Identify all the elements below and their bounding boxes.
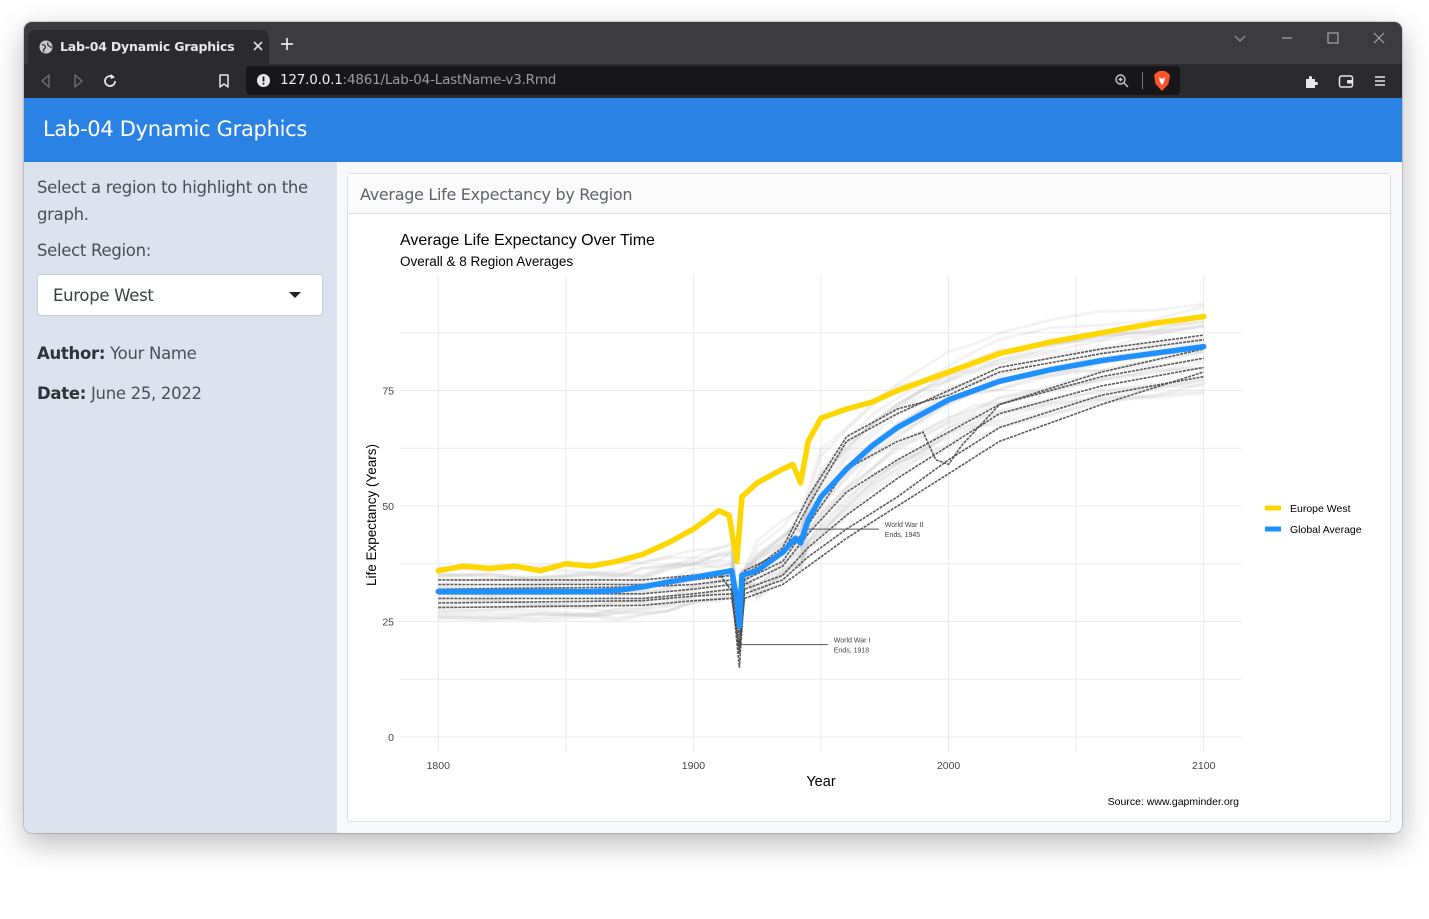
sidebar: Select a region to highlight on the grap… (24, 162, 337, 833)
reload-icon[interactable] (101, 72, 119, 90)
author-line: Author: Your Name (37, 344, 197, 363)
legend-label: Europe West (1290, 503, 1351, 515)
date-line: Date: June 25, 2022 (37, 384, 202, 403)
forward-icon[interactable] (69, 72, 87, 90)
author-label: Author: (37, 344, 106, 363)
region-select[interactable]: Europe West (37, 274, 323, 316)
new-tab-icon[interactable] (278, 35, 296, 53)
maximize-icon[interactable] (1323, 28, 1343, 48)
chart-legend: Europe West Global Average (1265, 503, 1362, 536)
address-bar[interactable]: 127.0.0.1:4861/Lab-04-LastName-v3.Rmd (246, 66, 1180, 95)
url-host: 127.0.0.1 (280, 72, 343, 88)
menu-icon[interactable] (1371, 72, 1389, 90)
annotation-text: Ends, 1918 (834, 648, 870, 655)
minimize-icon[interactable] (1277, 28, 1297, 48)
close-window-icon[interactable] (1369, 28, 1389, 48)
card-title: Average Life Expectancy by Region (360, 185, 633, 204)
browser-tab[interactable]: Lab-04 Dynamic Graphics (28, 30, 269, 64)
navigation-bar: 127.0.0.1:4861/Lab-04-LastName-v3.Rmd (24, 64, 1402, 98)
region-select-value: Europe West (53, 286, 154, 305)
tab-title: Lab-04 Dynamic Graphics (60, 39, 235, 54)
card-header: Average Life Expectancy by Region (348, 174, 1390, 214)
date-value: June 25, 2022 (90, 384, 202, 403)
globe-icon (39, 40, 53, 54)
url-text[interactable]: 127.0.0.1:4861/Lab-04-LastName-v3.Rmd (280, 72, 556, 88)
site-info-icon[interactable] (256, 73, 271, 88)
tab-strip: Lab-04 Dynamic Graphics (24, 22, 1402, 64)
extensions-puzzle-icon[interactable] (1303, 72, 1321, 90)
x-axis-ticks: 1800 1900 2000 2100 (427, 760, 1216, 772)
author-value: Your Name (110, 344, 197, 363)
y-tick-label: 75 (382, 386, 394, 398)
y-axis-ticks: 0 25 50 75 (382, 386, 394, 745)
browser-window: Lab-04 Dynamic Graphics 127.0.0.1:4861/L… (24, 22, 1402, 833)
annotation-text: World War II (885, 522, 924, 529)
chart-caption: Source: www.gapminder.org (1108, 796, 1239, 808)
zoom-icon[interactable] (1114, 73, 1130, 89)
x-axis-label: Year (806, 774, 835, 790)
select-label: Select Region: (37, 241, 151, 260)
y-tick-label: 50 (382, 501, 394, 513)
x-tick-label: 2100 (1192, 760, 1216, 772)
chart-title: Average Life Expectancy Over Time (400, 232, 655, 249)
legend-label: Global Average (1290, 524, 1362, 536)
brave-shields-icon[interactable] (1152, 70, 1172, 92)
chart-subtitle: Overall & 8 Region Averages (400, 254, 573, 269)
life-expectancy-plot: Average Life Expectancy Over Time Overal… (364, 232, 1362, 808)
bookmark-icon[interactable] (215, 72, 233, 90)
x-tick-label: 2000 (937, 760, 961, 772)
x-tick-label: 1900 (682, 760, 706, 772)
date-label: Date: (37, 384, 87, 403)
url-separator (1142, 72, 1143, 89)
back-icon[interactable] (37, 72, 55, 90)
plot-card: Average Life Expectancy by Region Averag… (347, 173, 1391, 822)
wallet-icon[interactable] (1337, 72, 1355, 90)
annotation-text: Ends, 1945 (885, 532, 921, 539)
y-tick-label: 25 (382, 617, 394, 629)
url-path: :4861/Lab-04-LastName-v3.Rmd (342, 72, 557, 88)
tab-list-chevron-icon[interactable] (1230, 28, 1250, 48)
y-tick-label: 0 (388, 732, 394, 744)
y-axis-label: Life Expectancy (Years) (364, 444, 379, 586)
caret-down-icon (289, 292, 301, 298)
app-title: Lab-04 Dynamic Graphics (43, 117, 307, 141)
sidebar-intro: Select a region to highlight on the grap… (37, 178, 308, 224)
app-header: Lab-04 Dynamic Graphics (24, 98, 1402, 162)
annotation-text: World War I (834, 638, 871, 645)
main-panel: Average Life Expectancy by Region Averag… (337, 162, 1402, 833)
close-tab-icon[interactable] (250, 38, 266, 54)
x-tick-label: 1800 (427, 760, 451, 772)
